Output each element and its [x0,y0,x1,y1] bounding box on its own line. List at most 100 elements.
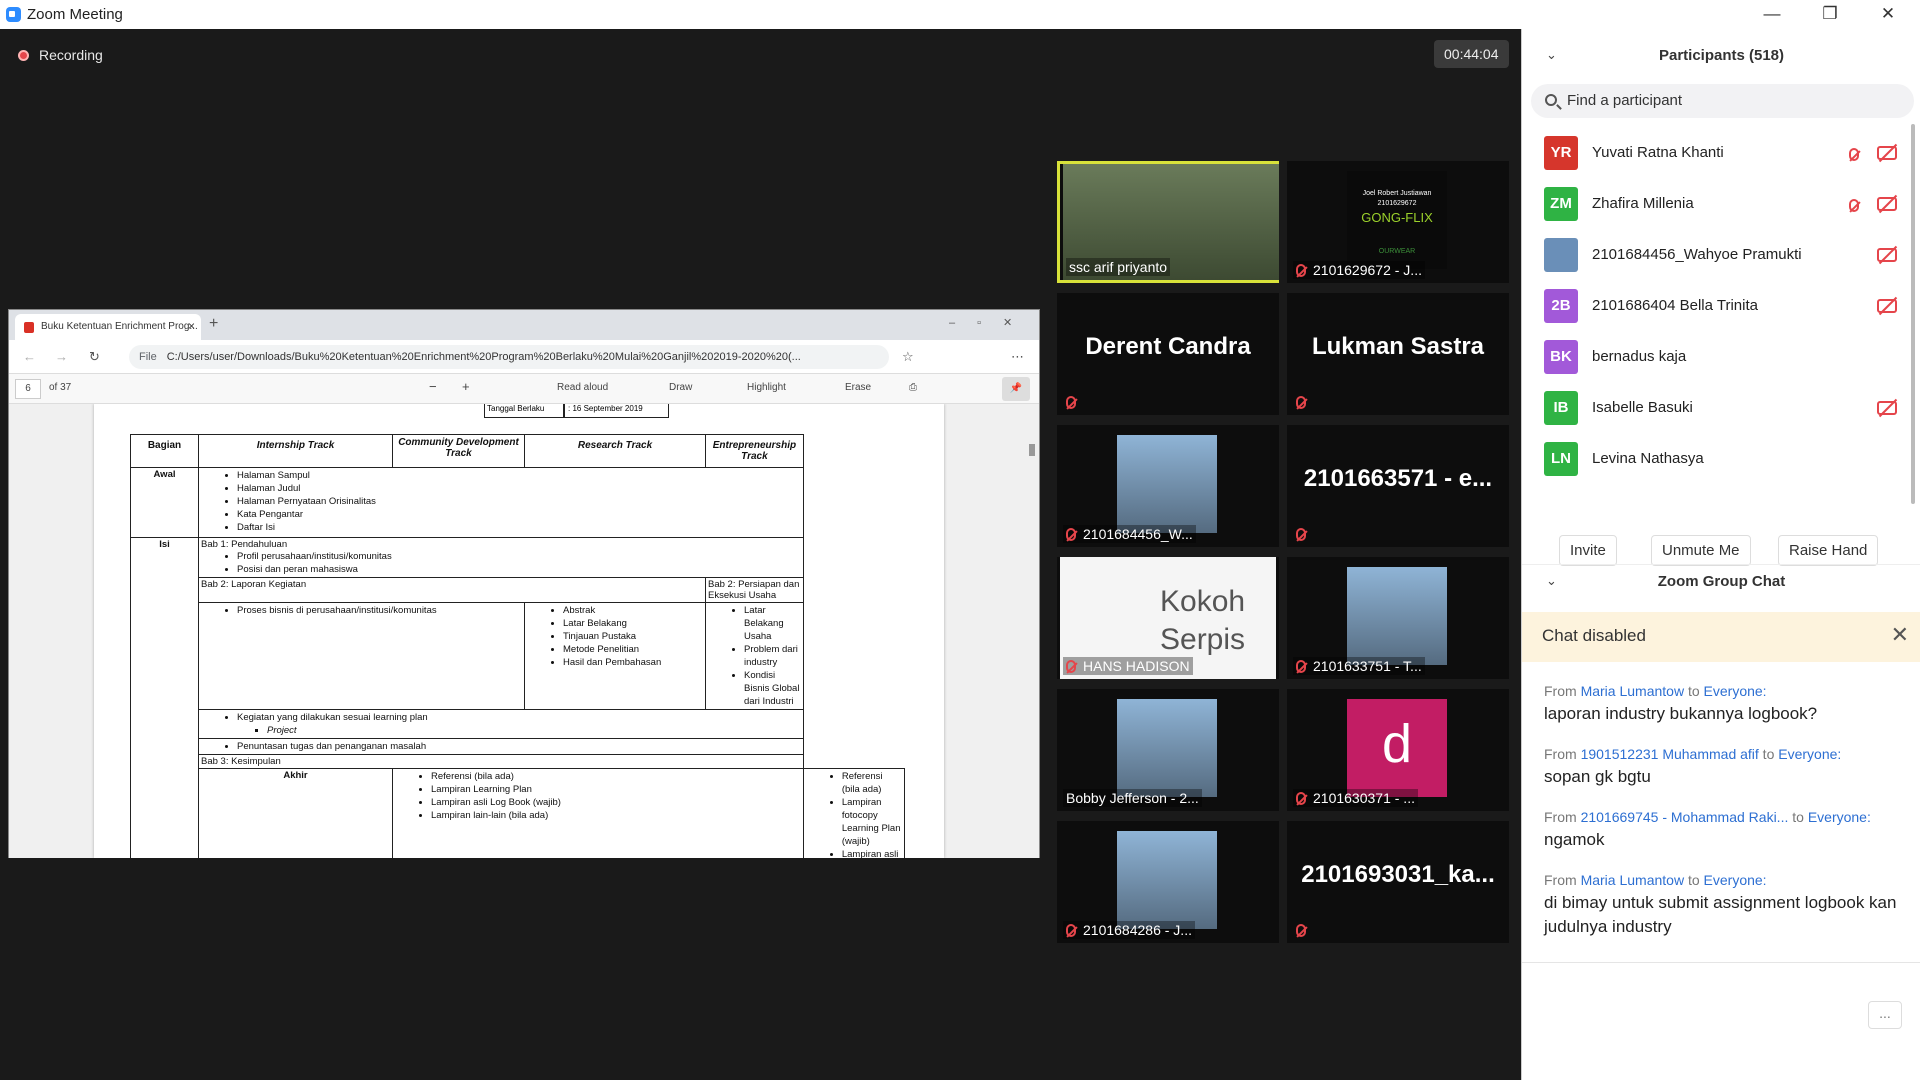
chat-person[interactable]: 2101669745 - Mohammad Raki... [1581,809,1789,825]
erase-button[interactable]: Erase [845,382,871,393]
participant-row[interactable]: ZM Zhafira Millenia [1522,179,1912,230]
chat-more-button[interactable]: ... [1868,1001,1902,1029]
pdf-viewport[interactable]: Tanggal Berlaku : 16 September 2019 Bagi… [9,404,1039,858]
participant-row[interactable]: 2101684456_Wahyoe Pramukti [1522,230,1912,281]
video-tile[interactable]: 2101684456_W... [1057,425,1279,547]
chat-meta-text: to [1684,683,1704,699]
participant-row[interactable]: BK bernadus kaja [1522,332,1912,383]
forward-icon[interactable]: → [55,349,68,364]
participant-search-input[interactable]: Find a participant [1531,84,1914,118]
participant-name: Zhafira Millenia [1592,195,1694,212]
page-total: of 37 [49,382,72,393]
chat-person[interactable]: Everyone: [1808,809,1871,825]
video-tile[interactable]: Joel Robert Justiawan 2101629672 GONG-FLIX… [1287,161,1509,283]
browser-tab[interactable]: Buku Ketentuan Enrichment Prog... × [15,314,201,340]
tile-name [1293,393,1316,411]
video-off-icon [1877,146,1897,160]
avatar: BK [1544,340,1578,374]
participant-row[interactable]: YR Yuvati Ratna Khanti [1522,128,1912,179]
restore-button[interactable]: ❐ [1801,0,1859,29]
read-aloud-button[interactable]: Read aloud [557,382,608,393]
star-icon[interactable]: ☆ [902,349,914,365]
avatar: YR [1544,136,1578,170]
page-number-input[interactable]: 6 [15,379,41,399]
reload-icon[interactable]: ↻ [89,349,100,365]
video-tile[interactable]: Kokoh Serpis HANS HADISON [1057,557,1279,679]
back-icon[interactable]: ← [23,349,36,364]
cell-research-items: AbstrakLatar BelakangTinjauan PustakaMet… [524,602,706,710]
ent-item: Problem dari industry [744,643,801,669]
zoom-in-icon[interactable]: + [462,379,470,394]
avatar: 2B [1544,289,1578,323]
video-tile[interactable]: Derent Candra [1057,293,1279,415]
close-banner-icon[interactable]: ✕ [1891,622,1909,648]
participants-list: YR Yuvati Ratna Khanti ZM Zhafira Millenia 2… [1522,128,1920,485]
chat-meta: From 2101669745 - Mohammad Raki... to Ev… [1544,809,1904,825]
awal-item: Daftar Isi [237,521,801,534]
video-tile[interactable]: d 2101630371 - ... [1287,689,1509,811]
participant-row[interactable]: LN Levina Nathasya [1522,434,1912,485]
doc-header-label: Tanggal Berlaku [484,404,564,418]
participants-scrollbar[interactable] [1909,124,1917,514]
video-tile[interactable]: 2101684286 - J... [1057,821,1279,943]
video-tile[interactable]: 2101663571 - e... [1287,425,1509,547]
ent-item: Kondisi Bisnis Global dari Industri [744,669,801,708]
chat-person[interactable]: Maria Lumantow [1581,872,1685,888]
cell-bab2-items: Proses bisnis di perusahaan/institusi/ko… [198,602,525,710]
akhir-item: Lampiran lain-lain (bila ada) [431,809,801,822]
akhir-ent-item: Lampiran fotocopy Learning Plan (wajib) [842,796,902,848]
browser-window-controls[interactable]: –▫✕ [949,316,1034,329]
print-icon[interactable]: ⎙ [909,382,917,393]
url-field[interactable]: File C:/Users/user/Downloads/Buku%20Keten… [129,345,889,369]
kegiatan-text: Kegiatan yang dilakukan sesuai learning … [237,712,428,723]
th-internship: Internship Track [198,434,393,468]
video-off-icon [1877,248,1897,262]
tile-name: 2101633751 - T... [1293,657,1425,675]
tile-video [1347,567,1447,665]
video-tile[interactable]: 2101633751 - T... [1287,557,1509,679]
chat-person[interactable]: Everyone: [1704,872,1767,888]
research-item: Tinjauan Pustaka [563,630,703,643]
tile-name [1293,525,1316,543]
cell-isi: Isi [130,537,199,858]
video-tile[interactable]: Lukman Sastra [1287,293,1509,415]
invite-button[interactable]: Invite [1559,535,1617,566]
participant-row[interactable]: IB Isabelle Basuki [1522,383,1912,434]
video-tile[interactable]: ssc arif priyanto [1057,161,1279,283]
mic-muted-icon [1296,924,1306,937]
shared-screen: Buku Ketentuan Enrichment Prog... × + –▫✕… [8,309,1040,858]
video-off-icon [1877,401,1897,415]
video-tile[interactable]: Bobby Jefferson - 2... [1057,689,1279,811]
tab-close-icon[interactable]: × [188,319,195,333]
chat-person[interactable]: 1901512231 Muhammad afif [1581,746,1759,762]
collapse-chevron-icon[interactable]: ⌄ [1546,47,1557,63]
chat-meta-text: From [1544,746,1581,762]
participant-row[interactable]: 2B 2101686404 Bella Trinita [1522,281,1912,332]
tile-name: ssc arif priyanto [1066,258,1171,276]
video-tile[interactable]: 2101693031_ka... [1287,821,1509,943]
awal-item: Halaman Pernyataan Orisinalitas [237,495,801,508]
chat-collapse-chevron-icon[interactable]: ⌄ [1546,573,1557,589]
chat-person[interactable]: Everyone: [1778,746,1841,762]
raise-hand-button[interactable]: Raise Hand [1778,535,1879,566]
new-tab-button[interactable]: + [209,315,218,333]
tile-name-text: ssc arif priyanto [1069,259,1168,275]
chat-person[interactable]: Maria Lumantow [1581,683,1685,699]
zoom-out-icon[interactable]: − [429,379,437,394]
draw-button[interactable]: Draw [669,382,692,393]
pin-toolbar-icon[interactable]: 📌 [1002,377,1030,401]
participants-panel: ⌄ Participants (518) Find a participant … [1521,29,1920,1080]
unmute-me-button[interactable]: Unmute Me [1651,535,1751,566]
tile-name: 2101684456_W... [1063,525,1196,543]
pdf-scrollbar[interactable] [1029,404,1037,858]
chat-disabled-label: Chat disabled [1542,626,1646,645]
recording-indicator[interactable]: Recording [18,47,103,63]
highlight-button[interactable]: Highlight [747,382,786,393]
menu-dots-icon[interactable]: ⋯ [1011,349,1024,365]
chat-person[interactable]: Everyone: [1704,683,1767,699]
mic-muted-icon [1849,199,1859,212]
url-text: C:/Users/user/Downloads/Buku%20Ketentuan… [166,351,801,363]
minimize-button[interactable]: — [1743,0,1801,29]
avatar: LN [1544,442,1578,476]
close-window-button[interactable]: ✕ [1859,0,1917,29]
